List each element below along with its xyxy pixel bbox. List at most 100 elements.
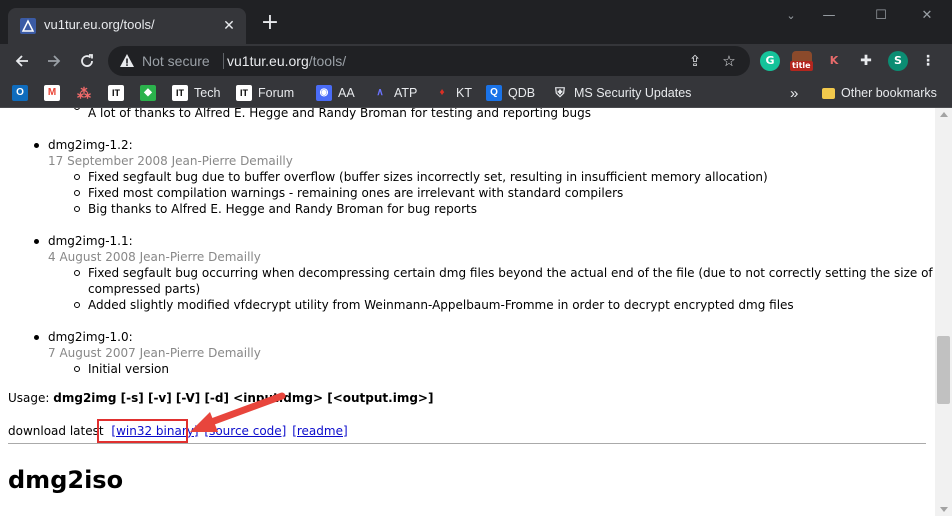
other-bookmarks-button[interactable]: Other bookmarks bbox=[822, 83, 937, 103]
shield-icon: ⛨ bbox=[555, 85, 565, 100]
it-icon: IT bbox=[236, 85, 252, 101]
asana-icon: ⁂ bbox=[77, 85, 91, 101]
list-item: Initial version bbox=[88, 362, 169, 376]
folder-icon bbox=[822, 87, 835, 99]
close-window-button[interactable]: ✕ bbox=[912, 6, 942, 26]
q-icon: Q bbox=[486, 85, 502, 101]
list-bullet bbox=[74, 108, 80, 110]
version-heading: dmg2img-1.2: bbox=[48, 138, 133, 152]
bookmarks-bar: O M ⁂ IT ◆ IT Tech IT Forum ◉ AA ∧ ATP ♦ KT Q… bbox=[0, 78, 952, 108]
other-bookmarks-label: Other bookmarks bbox=[841, 86, 937, 100]
scrollbar-thumb[interactable] bbox=[937, 336, 950, 404]
bookmark-it[interactable]: IT bbox=[108, 83, 124, 103]
forward-button[interactable] bbox=[41, 48, 67, 74]
list-item: Big thanks to Alfred E. Hegge and Randy … bbox=[88, 202, 477, 216]
bookmark-label: KT bbox=[456, 86, 472, 100]
omnibox-divider bbox=[223, 53, 224, 69]
bookmark-label: AA bbox=[338, 86, 355, 100]
outlook-icon: O bbox=[12, 85, 28, 101]
tab-active[interactable]: vu1tur.eu.org/tools/ ✕ bbox=[8, 8, 246, 44]
profile-avatar[interactable]: S bbox=[888, 51, 908, 71]
tab-close-icon[interactable]: ✕ bbox=[220, 17, 238, 35]
release-date: 4 August 2008 Jean-Pierre Demailly bbox=[48, 250, 261, 264]
bookmark-ms-security[interactable]: ⛨ MS Security Updates bbox=[552, 83, 691, 103]
list-bullet bbox=[74, 190, 80, 196]
list-bullet bbox=[74, 270, 80, 276]
usage-label: Usage: bbox=[8, 391, 50, 405]
bookmark-label: Forum bbox=[258, 86, 295, 100]
page-scrollbar[interactable] bbox=[935, 108, 952, 516]
maximize-button[interactable]: ☐ bbox=[866, 6, 896, 26]
site-favicon-icon bbox=[20, 18, 36, 34]
url-text[interactable]: vu1tur.eu.org/tools/ bbox=[227, 53, 346, 69]
scroll-up-icon[interactable] bbox=[940, 112, 948, 117]
download-label: download latest bbox=[8, 424, 104, 438]
bookmark-label: Tech bbox=[194, 86, 221, 100]
url-path: /tools/ bbox=[308, 53, 347, 69]
bookmark-label: MS Security Updates bbox=[574, 86, 692, 100]
bookmark-outlook[interactable]: O bbox=[12, 83, 28, 103]
address-bar[interactable]: Not secure vu1tur.eu.org/tools/ ⇪ ☆ bbox=[108, 46, 750, 76]
annotation-arrow-icon bbox=[190, 392, 286, 432]
security-label[interactable]: Not secure bbox=[142, 53, 210, 69]
release-date: 7 August 2007 Jean-Pierre Demailly bbox=[48, 346, 261, 360]
bookmarks-overflow-button[interactable]: » bbox=[790, 83, 798, 103]
gmail-icon: M bbox=[44, 85, 60, 101]
it-icon: IT bbox=[108, 85, 124, 101]
minimize-button[interactable]: — bbox=[814, 6, 844, 26]
back-arrow-icon bbox=[15, 55, 28, 67]
atp-icon: ∧ bbox=[376, 87, 384, 98]
extensions-puzzle-icon[interactable]: ✚ bbox=[856, 51, 876, 71]
list-bullet bbox=[34, 143, 39, 148]
bookmark-label: QDB bbox=[508, 86, 536, 100]
page-content: A lot of thanks to Alfred E. Hegge and R… bbox=[0, 108, 935, 516]
scroll-down-icon[interactable] bbox=[940, 507, 948, 512]
version-heading: dmg2img-1.1: bbox=[48, 234, 133, 248]
title-extension-icon[interactable]: title bbox=[790, 51, 813, 71]
bookmark-forum[interactable]: IT Forum bbox=[236, 83, 294, 103]
feedly-icon: ◆ bbox=[140, 85, 156, 101]
back-button[interactable] bbox=[9, 48, 35, 74]
k-extension-icon[interactable]: K bbox=[824, 51, 844, 71]
it-icon: IT bbox=[172, 85, 188, 101]
toolbar: Not secure vu1tur.eu.org/tools/ ⇪ ☆ G ti… bbox=[0, 44, 952, 78]
title-badge: title bbox=[790, 61, 813, 71]
bookmark-asana[interactable]: ⁂ bbox=[76, 83, 92, 103]
warning-icon[interactable] bbox=[119, 53, 135, 69]
reload-icon bbox=[81, 54, 93, 67]
reload-button[interactable] bbox=[74, 48, 100, 74]
list-item: Fixed most compilation warnings - remain… bbox=[88, 186, 624, 200]
list-bullet bbox=[74, 366, 80, 372]
bookmark-gmail[interactable]: M bbox=[44, 83, 60, 103]
bookmark-kt[interactable]: ♦ KT bbox=[434, 83, 472, 103]
bookmark-tech[interactable]: IT Tech bbox=[172, 83, 220, 103]
bookmark-qdb[interactable]: Q QDB bbox=[486, 83, 535, 103]
tab-strip: vu1tur.eu.org/tools/ ✕ + ⌄ — ☐ ✕ bbox=[0, 0, 952, 44]
list-item: Fixed segfault bug due to buffer overflo… bbox=[88, 170, 768, 184]
bookmark-feedly[interactable]: ◆ bbox=[140, 83, 156, 103]
new-tab-button[interactable]: + bbox=[258, 12, 282, 36]
tab-title: vu1tur.eu.org/tools/ bbox=[44, 17, 155, 32]
forward-arrow-icon bbox=[48, 55, 61, 67]
section-divider bbox=[8, 443, 926, 444]
bookmark-atp[interactable]: ∧ ATP bbox=[372, 83, 417, 103]
highlight-box bbox=[97, 419, 188, 443]
eye-icon: ◉ bbox=[316, 85, 332, 101]
list-bullet bbox=[74, 206, 80, 212]
flame-icon: ♦ bbox=[439, 87, 445, 98]
tab-search-icon[interactable]: ⌄ bbox=[776, 6, 806, 26]
grammarly-extension-icon[interactable]: G bbox=[760, 51, 780, 71]
bookmark-aa[interactable]: ◉ AA bbox=[316, 83, 355, 103]
list-bullet bbox=[34, 239, 39, 244]
list-bullet bbox=[74, 302, 80, 308]
list-item: Added slightly modified vfdecrypt utilit… bbox=[88, 298, 794, 312]
list-bullet bbox=[74, 174, 80, 180]
list-item: A lot of thanks to Alfred E. Hegge and R… bbox=[88, 108, 591, 120]
section-heading: dmg2iso bbox=[8, 466, 124, 494]
list-item: Fixed segfault bug occurring when decomp… bbox=[88, 266, 935, 280]
menu-kebab-icon[interactable]: ⋮ bbox=[918, 51, 938, 71]
bookmark-label: ATP bbox=[394, 86, 418, 100]
readme-link[interactable]: [readme] bbox=[292, 424, 347, 438]
bookmark-star-icon[interactable]: ☆ bbox=[719, 51, 739, 71]
share-icon[interactable]: ⇪ bbox=[685, 51, 705, 71]
